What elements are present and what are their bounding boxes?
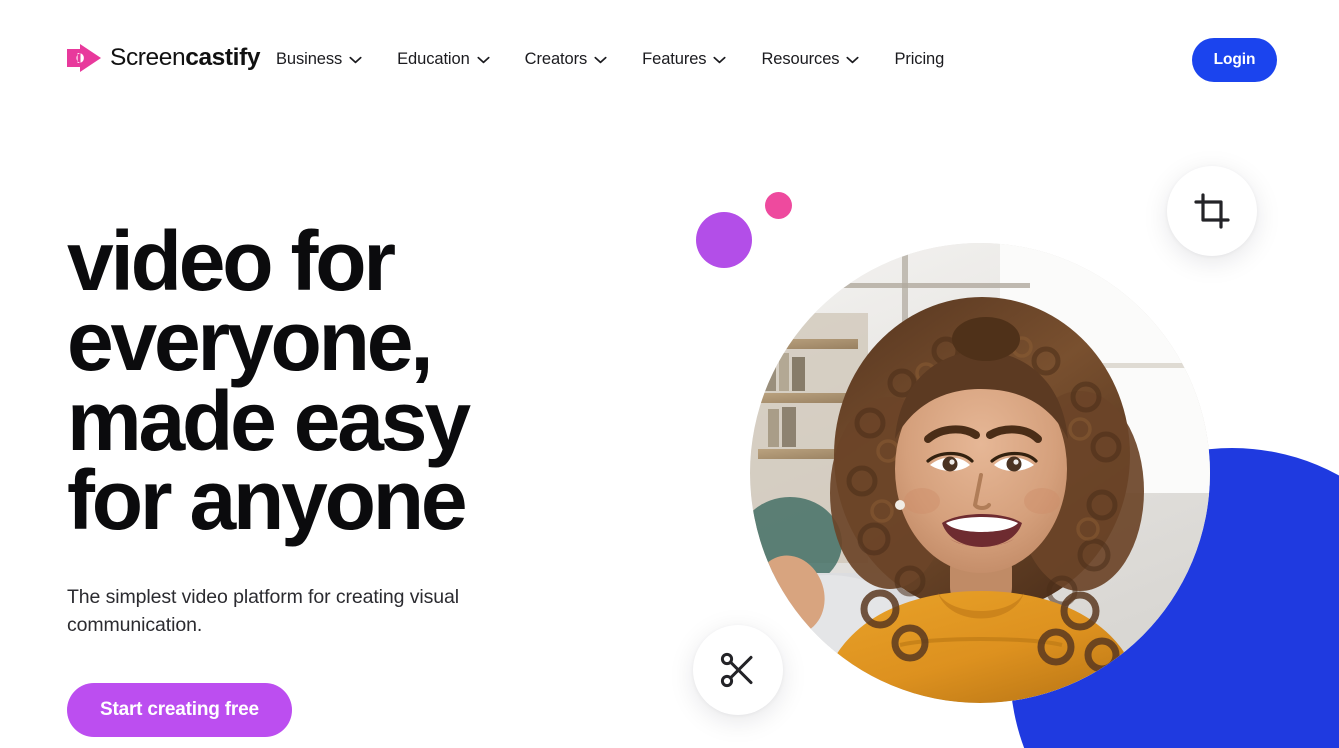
nav-item-label: Education	[397, 50, 470, 68]
crop-icon	[1194, 193, 1230, 229]
chevron-down-icon	[349, 56, 362, 64]
nav-item-business[interactable]: Business	[276, 46, 380, 73]
login-button[interactable]: Login	[1192, 38, 1277, 82]
nav-item-label: Resources	[761, 50, 840, 68]
main-navigation: Business Education Creators Features Res…	[276, 46, 944, 73]
cut-tool-badge[interactable]	[693, 625, 783, 715]
nav-item-label: Business	[276, 50, 343, 68]
start-creating-free-button[interactable]: Start creating free	[67, 682, 292, 737]
brand-name-bold: castify	[185, 43, 261, 71]
chevron-down-icon	[713, 56, 727, 64]
nav-item-education[interactable]: Education	[397, 46, 508, 73]
nav-item-pricing[interactable]: Pricing	[894, 46, 944, 73]
brand-name-light: Screen	[110, 43, 186, 71]
decorative-purple-dot	[696, 212, 752, 268]
brand-logo[interactable]: Screencastify	[67, 44, 260, 72]
scissors-icon	[719, 651, 757, 689]
decorative-pink-dot	[765, 192, 792, 219]
chevron-down-icon	[846, 56, 859, 64]
hero-copy: video for everyone, made easy for anyone…	[67, 214, 627, 737]
nav-item-creators[interactable]: Creators	[525, 46, 625, 73]
chevron-down-icon	[477, 56, 490, 64]
nav-item-label: Creators	[524, 50, 588, 68]
hero-artwork	[640, 120, 1339, 748]
crop-tool-badge[interactable]	[1167, 166, 1257, 256]
hero-photo	[750, 243, 1210, 703]
nav-item-label: Pricing	[894, 50, 945, 68]
screencastify-play-logo-icon	[67, 44, 101, 72]
chevron-down-icon	[594, 56, 607, 64]
nav-item-resources[interactable]: Resources	[761, 46, 877, 73]
hero-video-thumbnail	[750, 243, 1210, 703]
site-header: Screencastify Business Education Creator…	[0, 0, 1339, 120]
hero-subheading: The simplest video platform for creating…	[67, 586, 459, 637]
landing-page: Screencastify Business Education Creator…	[0, 0, 1339, 748]
page-title: video for everyone, made easy for anyone	[67, 214, 471, 548]
brand-wordmark: Screencastify	[110, 43, 261, 71]
nav-item-label: Features	[642, 50, 707, 68]
nav-item-features[interactable]: Features	[642, 46, 744, 73]
